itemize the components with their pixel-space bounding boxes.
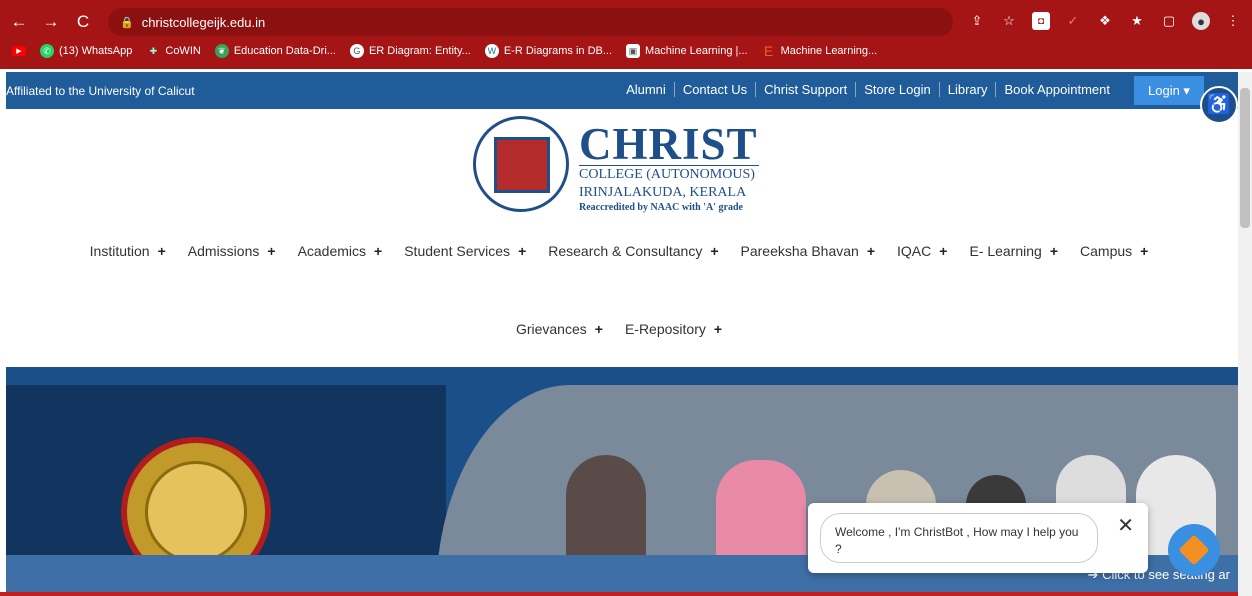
menu-dots-icon[interactable]: ⋮ (1224, 12, 1242, 30)
whatsapp-icon: ✆ (40, 44, 54, 58)
nav-grievances[interactable]: Grievances + (516, 321, 603, 337)
nav-campus[interactable]: Campus + (1080, 243, 1148, 259)
nav-admissions[interactable]: Admissions + (188, 243, 276, 259)
chatbot-launcher-button[interactable] (1168, 524, 1220, 576)
star-icon[interactable]: ☆ (1000, 12, 1018, 30)
plus-icon: + (157, 243, 166, 259)
seal-shield (494, 137, 550, 193)
close-icon[interactable]: ✕ (1117, 513, 1134, 538)
chatbot-message: Welcome , I'm ChristBot , How may I help… (820, 513, 1098, 563)
back-icon[interactable]: ← (6, 12, 32, 32)
bottom-accent-line (0, 592, 1238, 596)
chatbot-cube-icon (1178, 534, 1210, 566)
plus-icon: + (518, 243, 527, 259)
link-contact-us[interactable]: Contact Us (673, 82, 755, 97)
plus-icon: + (713, 321, 723, 337)
sidebar-icon[interactable]: ▢ (1160, 12, 1178, 30)
bookmark-er-diagrams-db[interactable]: W E-R Diagrams in DB... (484, 44, 612, 58)
circle-icon: G (349, 44, 364, 58)
scroll-thumb[interactable] (1240, 88, 1250, 228)
scrollbar[interactable] (1238, 72, 1252, 596)
link-library[interactable]: Library (938, 82, 996, 97)
nav-research-consultancy[interactable]: Research & Consultancy + (548, 243, 718, 259)
e-icon: E (763, 43, 774, 59)
main-nav-row-1: Institution + Admissions + Academics + Stud… (0, 243, 1238, 259)
pocket-icon[interactable]: ◘ (1032, 12, 1050, 30)
plus-icon: + (866, 243, 876, 259)
link-store-login[interactable]: Store Login (855, 82, 939, 97)
top-links: Alumni Contact Us Christ Support Store L… (618, 82, 1118, 97)
nav-e-repository[interactable]: E-Repository + (625, 321, 722, 337)
wordpress-icon: W (484, 44, 499, 58)
forward-icon[interactable]: → (38, 12, 64, 32)
gold-seal-inner (145, 461, 247, 563)
reload-icon[interactable]: C (70, 12, 96, 32)
youtube-icon[interactable]: ▶ (12, 46, 26, 56)
chatbot-popup[interactable]: Welcome , I'm ChristBot , How may I help… (808, 503, 1148, 573)
plus-icon: + (1049, 243, 1059, 259)
nav-e-learning[interactable]: E- Learning + (969, 243, 1058, 259)
nav-pareeksha-bhavan[interactable]: Pareeksha Bhavan + (741, 243, 876, 259)
bookmark-machine-learning-2[interactable]: E Machine Learning... (762, 43, 877, 59)
plus-icon: + (939, 243, 948, 259)
plus-icon: + (267, 243, 276, 259)
puzzle-icon[interactable]: ★ (1128, 12, 1146, 30)
leaf-icon: ❦ (214, 44, 229, 58)
extension-icons: ⇪ ☆ ◘ ✓ ❖ ★ ▢ ● ⋮ (968, 12, 1242, 30)
accessibility-icon[interactable]: ♿ (1200, 86, 1238, 124)
url-text: christcollegeijk.edu.in (141, 14, 266, 30)
bookmark-er-diagram[interactable]: G ER Diagram: Entity... (349, 44, 471, 58)
lock-icon: 🔒 (120, 16, 134, 29)
plus-icon: + (374, 243, 383, 259)
link-alumni[interactable]: Alumni (618, 82, 674, 97)
bookmark-cowin[interactable]: ✚ CoWIN (146, 44, 201, 58)
plus-icon: + (1140, 243, 1149, 259)
plus-icon: + (710, 243, 719, 259)
affiliation-text: Affiliated to the University of Calicut (6, 84, 195, 98)
college-logo[interactable]: CHRIST COLLEGE (AUTONOMOUS) IRINJALAKUDA… (473, 116, 773, 216)
bookmark-machine-learning-1[interactable]: ▣ Machine Learning |... (626, 44, 748, 58)
bookmark-education[interactable]: ❦ Education Data-Dri... (214, 44, 336, 58)
login-button[interactable]: Login ▾ (1134, 76, 1204, 105)
logo-title: CHRIST (579, 119, 758, 169)
nav-academics[interactable]: Academics + (298, 243, 383, 259)
check-icon[interactable]: ✓ (1064, 12, 1082, 30)
link-book-appointment[interactable]: Book Appointment (995, 82, 1118, 97)
browser-chrome: ← → C 🔒 christcollegeijk.edu.in ⇪ ☆ ◘ ✓ … (0, 0, 1252, 69)
nav-student-services[interactable]: Student Services + (404, 243, 526, 259)
bookmark-whatsapp[interactable]: ✆ (13) WhatsApp (40, 44, 132, 58)
logo-subtitle-2: IRINJALAKUDA, KERALA (579, 185, 747, 200)
address-row: ← → C 🔒 christcollegeijk.edu.in ⇪ ☆ ◘ ✓ … (0, 6, 1252, 38)
link-christ-support[interactable]: Christ Support (755, 82, 855, 97)
ml-icon: ▣ (626, 44, 641, 58)
nav-iqac[interactable]: IQAC + (897, 243, 947, 259)
plus-icon: + (594, 321, 603, 337)
cowin-icon: ✚ (149, 45, 158, 56)
logo-subtitle-1: COLLEGE (AUTONOMOUS) (579, 165, 759, 183)
top-info-bar: Affiliated to the University of Calicut … (6, 72, 1238, 109)
share-icon[interactable]: ⇪ (968, 12, 986, 30)
main-nav-row-2: Grievances + E-Repository + (0, 321, 1238, 337)
college-seal-icon (473, 116, 569, 212)
extension-puzzle-icon[interactable]: ❖ (1096, 12, 1114, 30)
url-bar[interactable]: 🔒 christcollegeijk.edu.in (108, 8, 953, 36)
bookmarks-bar: ▶ ✆ (13) WhatsApp ✚ CoWIN ❦ Education Data-… (12, 43, 877, 59)
profile-avatar-icon[interactable]: ● (1192, 12, 1210, 30)
logo-accreditation: Reaccredited by NAAC with 'A' grade (579, 202, 743, 213)
nav-institution[interactable]: Institution + (90, 243, 166, 259)
